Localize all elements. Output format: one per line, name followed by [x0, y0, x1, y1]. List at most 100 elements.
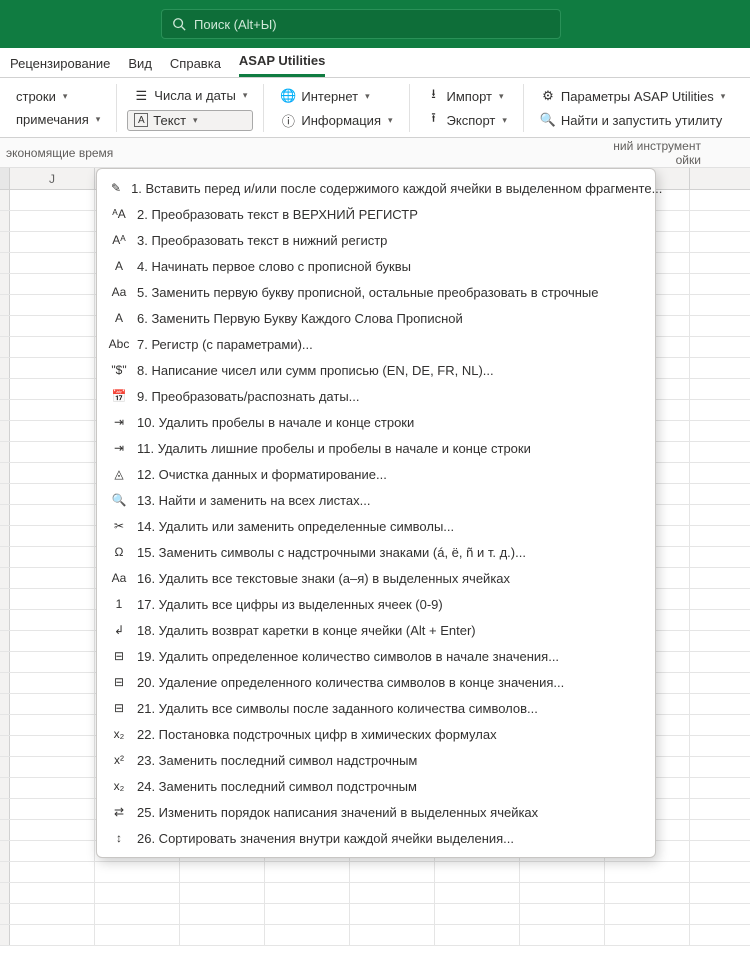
grid-cell[interactable]: [10, 337, 95, 357]
search-box[interactable]: Поиск (Alt+Ы): [161, 9, 561, 39]
grid-cell[interactable]: [10, 190, 95, 210]
menu-item-4[interactable]: A4. Начинать первое слово с прописной бу…: [97, 253, 655, 279]
grid-cell[interactable]: [10, 463, 95, 483]
tab-asap-utilities[interactable]: ASAP Utilities: [239, 49, 325, 77]
grid-cell[interactable]: [10, 925, 95, 945]
grid-cell[interactable]: [10, 316, 95, 336]
grid-cell[interactable]: [95, 925, 180, 945]
grid-cell[interactable]: [10, 295, 95, 315]
grid-cell[interactable]: [10, 274, 95, 294]
grid-cell[interactable]: [605, 925, 690, 945]
grid-cell[interactable]: [10, 799, 95, 819]
import-button[interactable]: ⭳ Импорт▾: [420, 86, 513, 106]
grid-cell[interactable]: [605, 883, 690, 903]
grid-cell[interactable]: [10, 736, 95, 756]
menu-item-17[interactable]: 117. Удалить все цифры из выделенных яче…: [97, 591, 655, 617]
grid-cell[interactable]: [10, 757, 95, 777]
menu-item-11[interactable]: ⇥11. Удалить лишние пробелы и пробелы в …: [97, 435, 655, 461]
menu-item-20[interactable]: ⊟20. Удаление определенного количества с…: [97, 669, 655, 695]
menu-item-15[interactable]: Ω15. Заменить символы с надстрочными зна…: [97, 539, 655, 565]
menu-item-7[interactable]: Abc7. Регистр (с параметрами)...: [97, 331, 655, 357]
grid-cell[interactable]: [10, 253, 95, 273]
grid-cell[interactable]: [10, 694, 95, 714]
menu-item-5[interactable]: Aa5. Заменить первую букву прописной, ос…: [97, 279, 655, 305]
grid-cell[interactable]: [10, 589, 95, 609]
grid-cell[interactable]: [10, 715, 95, 735]
menu-item-16[interactable]: Aa16. Удалить все текстовые знаки (a–я) …: [97, 565, 655, 591]
menu-item-6[interactable]: A6. Заменить Первую Букву Каждого Слова …: [97, 305, 655, 331]
grid-cell[interactable]: [95, 862, 180, 882]
menu-item-9[interactable]: 📅9. Преобразовать/распознать даты...: [97, 383, 655, 409]
grid-cell[interactable]: [435, 883, 520, 903]
export-button[interactable]: ⭱ Экспорт▾: [420, 110, 513, 130]
numbers-dates-button[interactable]: ☰ Числа и даты▾: [127, 86, 253, 106]
menu-item-26[interactable]: ↕26. Сортировать значения внутри каждой …: [97, 825, 655, 851]
tab-help[interactable]: Справка: [170, 52, 221, 77]
grid-cell[interactable]: [10, 526, 95, 546]
grid-cell[interactable]: [10, 211, 95, 231]
menu-item-23[interactable]: x²23. Заменить последний символ надстроч…: [97, 747, 655, 773]
find-run-button[interactable]: 🔍 Найти и запустить утилиту: [534, 110, 731, 130]
grid-cell[interactable]: [10, 841, 95, 861]
grid-cell[interactable]: [10, 421, 95, 441]
grid-cell[interactable]: [10, 610, 95, 630]
grid-cell[interactable]: [350, 862, 435, 882]
text-button[interactable]: A Текст▾: [127, 110, 253, 131]
grid-cell[interactable]: [435, 862, 520, 882]
grid-cell[interactable]: [10, 631, 95, 651]
grid-cell[interactable]: [10, 778, 95, 798]
menu-item-21[interactable]: ⊟21. Удалить все символы после заданного…: [97, 695, 655, 721]
menu-item-3[interactable]: Aᴬ3. Преобразовать текст в нижний регист…: [97, 227, 655, 253]
grid-cell[interactable]: [605, 904, 690, 924]
grid-cell[interactable]: [435, 904, 520, 924]
tab-review[interactable]: Рецензирование: [10, 52, 110, 77]
menu-item-13[interactable]: 🔍13. Найти и заменить на всех листах...: [97, 487, 655, 513]
menu-item-19[interactable]: ⊟19. Удалить определенное количество сим…: [97, 643, 655, 669]
menu-item-24[interactable]: x₂24. Заменить последний символ подстроч…: [97, 773, 655, 799]
grid-cell[interactable]: [265, 904, 350, 924]
menu-item-12[interactable]: ◬12. Очистка данных и форматирование...: [97, 461, 655, 487]
grid-cell[interactable]: [10, 547, 95, 567]
grid-cell[interactable]: [10, 484, 95, 504]
grid-cell[interactable]: [10, 652, 95, 672]
tab-view[interactable]: Вид: [128, 52, 152, 77]
grid-cell[interactable]: [10, 904, 95, 924]
grid-cell[interactable]: [10, 232, 95, 252]
grid-cell[interactable]: [605, 862, 690, 882]
grid-cell[interactable]: [520, 862, 605, 882]
grid-cell[interactable]: [95, 904, 180, 924]
grid-cell[interactable]: [520, 925, 605, 945]
grid-cell[interactable]: [265, 883, 350, 903]
grid-cell[interactable]: [10, 820, 95, 840]
notes-button-partial[interactable]: примечания▾: [10, 110, 106, 129]
grid-cell[interactable]: [350, 904, 435, 924]
menu-item-8[interactable]: "$"8. Написание чисел или сумм прописью …: [97, 357, 655, 383]
grid-cell[interactable]: [10, 883, 95, 903]
menu-item-14[interactable]: ✂14. Удалить или заменить определенные с…: [97, 513, 655, 539]
menu-item-10[interactable]: ⇥10. Удалить пробелы в начале и конце ст…: [97, 409, 655, 435]
grid-cell[interactable]: [350, 883, 435, 903]
grid-cell[interactable]: [10, 673, 95, 693]
grid-cell[interactable]: [180, 883, 265, 903]
rows-button-partial[interactable]: строки▾: [10, 87, 106, 106]
menu-item-25[interactable]: ⇄25. Изменить порядок написания значений…: [97, 799, 655, 825]
grid-cell[interactable]: [180, 904, 265, 924]
grid-cell[interactable]: [350, 925, 435, 945]
grid-cell[interactable]: [10, 400, 95, 420]
grid-cell[interactable]: [520, 883, 605, 903]
menu-item-1[interactable]: ✎1. Вставить перед и/или после содержимо…: [97, 175, 655, 201]
grid-cell[interactable]: [520, 904, 605, 924]
grid-cell[interactable]: [435, 925, 520, 945]
menu-item-18[interactable]: ↲18. Удалить возврат каретки в конце яче…: [97, 617, 655, 643]
grid-cell[interactable]: [265, 925, 350, 945]
grid-cell[interactable]: [10, 505, 95, 525]
grid-cell[interactable]: [10, 358, 95, 378]
grid-cell[interactable]: [180, 925, 265, 945]
grid-cell[interactable]: [10, 442, 95, 462]
menu-item-2[interactable]: ᴬA2. Преобразовать текст в ВЕРХНИЙ РЕГИС…: [97, 201, 655, 227]
grid-cell[interactable]: [95, 883, 180, 903]
grid-cell[interactable]: [10, 379, 95, 399]
grid-cell[interactable]: [10, 862, 95, 882]
internet-button[interactable]: 🌐 Интернет▾: [274, 86, 398, 106]
menu-item-22[interactable]: x₂22. Постановка подстрочных цифр в хими…: [97, 721, 655, 747]
